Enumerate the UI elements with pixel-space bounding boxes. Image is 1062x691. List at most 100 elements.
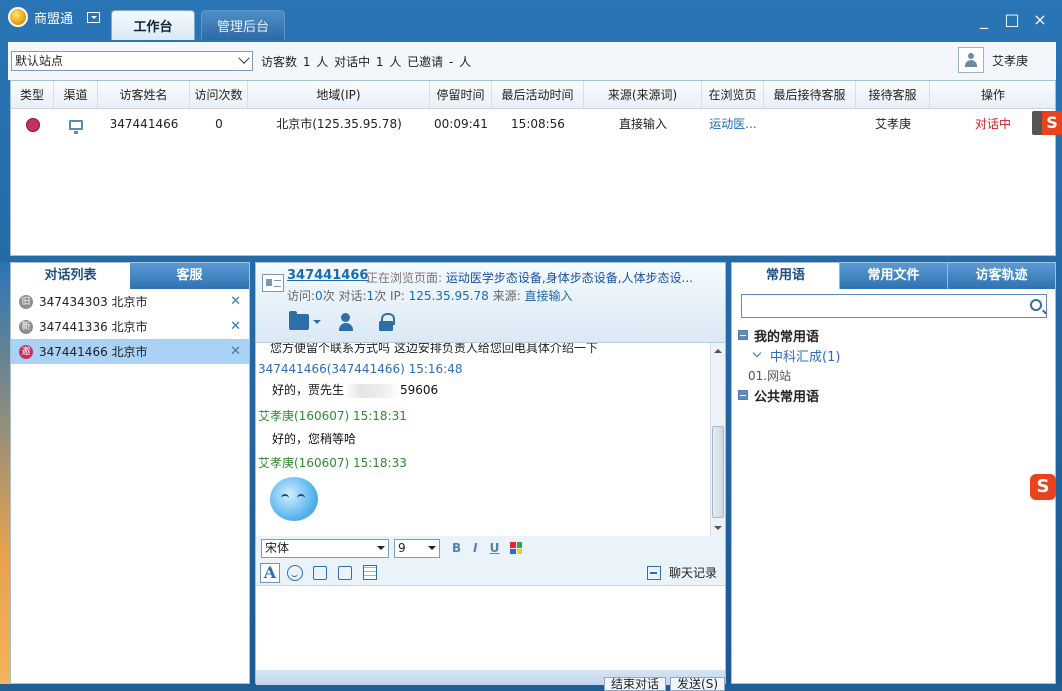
close-button[interactable]: × [1032, 12, 1048, 28]
message-header: 艾孝庚(160607) 15:18:31 [258, 409, 407, 423]
tab-common-files[interactable]: 常用文件 [839, 263, 947, 289]
font-select[interactable]: 宋体 [261, 538, 389, 558]
tab-common-phrases[interactable]: 常用语 [732, 263, 839, 289]
col-channel[interactable]: 渠道 [54, 81, 98, 109]
collapse-icon[interactable] [738, 390, 748, 400]
chevron-down-icon[interactable] [752, 348, 762, 358]
conversation-city: 北京市 [111, 345, 148, 359]
type-cell [11, 110, 54, 138]
tab-visitor-trail[interactable]: 访客轨迹 [947, 263, 1055, 289]
app-title: 商盟通 [34, 11, 74, 27]
chat-suffix: 次 IP: [374, 289, 405, 303]
col-stay-time[interactable]: 停留时间 [430, 81, 492, 109]
tree-node-my-phrases[interactable]: 我的常用语 [738, 325, 840, 345]
agent-cell: 艾孝庚 [874, 117, 911, 131]
col-region[interactable]: 地域(IP) [248, 81, 430, 109]
tab-workbench[interactable]: 工作台 [111, 10, 195, 40]
send-file-button[interactable] [335, 563, 355, 583]
message-input[interactable] [256, 586, 725, 670]
visitor-source: 直接输入 [524, 289, 573, 303]
chat-visitor-name[interactable]: 347441466 [287, 268, 368, 283]
phrase-tree: 我的常用语 中科汇成(1) 01.网站 公共常用语 [738, 325, 840, 405]
tab-conversation-list[interactable]: 对话列表 [11, 263, 130, 289]
col-visitor-name[interactable]: 访客姓名 [98, 81, 190, 109]
list-item[interactable]: 新 347441336 北京市 ✕ [11, 314, 249, 339]
close-icon[interactable]: ✕ [230, 344, 241, 359]
calculator-button[interactable] [360, 563, 380, 583]
phrases-panel: 常用语 常用文件 访客轨迹 我的常用语 中科汇成(1) 01.网站 公共常用语 [731, 262, 1056, 684]
folder-icon[interactable] [289, 311, 309, 330]
col-type[interactable]: 类型 [11, 81, 54, 109]
scroll-up-icon[interactable] [714, 345, 722, 353]
user-box[interactable]: 艾孝庚 [957, 47, 1028, 73]
scroll-thumb[interactable] [712, 426, 724, 518]
stay-time-cell: 00:09:41 [434, 117, 488, 131]
message-scrollbar[interactable] [710, 343, 725, 536]
screenshot-button[interactable] [310, 563, 330, 583]
emoticon-button[interactable] [285, 563, 305, 583]
col-page[interactable]: 在浏览页 [702, 81, 764, 109]
old-visitor-icon: 旧 [19, 294, 33, 309]
list-item[interactable]: 旧 347434303 北京市 ✕ [11, 289, 249, 314]
format-bar: 宋体 9 B I U [256, 536, 725, 560]
visitor-ip: 125.35.95.78 [408, 289, 489, 303]
page-link[interactable]: 运动医... [702, 110, 764, 138]
table-row[interactable]: 347441466 0 北京市(125.35.95.78) 00:09:41 1… [11, 110, 1055, 138]
collapse-icon[interactable] [738, 330, 748, 340]
underline-button[interactable]: U [490, 541, 500, 555]
list-item[interactable]: 邀 347441466 北京市 ✕ [11, 339, 249, 364]
font-value: 宋体 [265, 540, 290, 555]
phrase-search-input[interactable] [741, 294, 1047, 318]
message-text: 好的，您稍等哈 [272, 432, 357, 446]
col-visit-count[interactable]: 访问次数 [190, 81, 248, 109]
col-agent[interactable]: 接待客服 [856, 81, 930, 109]
sogou-icon[interactable]: S [1030, 474, 1056, 500]
app-logo-icon [8, 7, 28, 27]
tree-leaf-phrase[interactable]: 01.网站 [738, 365, 840, 385]
font-size-select[interactable]: 9 [394, 538, 440, 558]
tree-node-label: 中科汇成(1) [770, 349, 841, 365]
site-select[interactable]: 默认站点 [11, 51, 253, 71]
italic-button[interactable]: I [473, 541, 477, 555]
end-chat-button[interactable]: 结束对话 [604, 677, 667, 691]
color-picker-icon[interactable] [510, 542, 523, 554]
send-button[interactable]: 发送(S) [670, 677, 725, 691]
visitor-table: 类型 渠道 访客姓名 访问次数 地域(IP) 停留时间 最后活动时间 来源(来源… [10, 80, 1056, 256]
minimize-button[interactable]: _ [976, 12, 992, 28]
chevron-down-icon [428, 545, 436, 554]
bold-button[interactable]: B [452, 541, 461, 555]
message-list: 您方便留个联系方式吗 这边安排负责人给您回电具体介绍一下 347441466(3… [256, 343, 710, 536]
lock-icon[interactable] [379, 313, 395, 331]
message-item: 艾孝庚(160607) 15:18:31 好的，您稍等哈 [258, 407, 407, 447]
calculator-icon [363, 565, 377, 580]
screenshot-icon [313, 565, 327, 580]
chevron-down-icon[interactable] [313, 320, 321, 328]
tree-node-group[interactable]: 中科汇成(1) [738, 345, 840, 365]
avatar[interactable] [957, 47, 984, 73]
conversation-id: 347441466 [39, 344, 108, 359]
close-icon[interactable]: ✕ [230, 319, 241, 334]
app-menu-icon[interactable] [87, 11, 101, 23]
chevron-down-icon [238, 52, 250, 64]
scroll-down-icon[interactable] [714, 526, 722, 534]
conversation-city: 北京市 [111, 295, 148, 309]
browsing-page-link[interactable]: 运动医学步态设备,身体步态设备,人体步态设... [446, 271, 693, 285]
tab-agents[interactable]: 客服 [130, 263, 249, 289]
font-size-value: 9 [398, 540, 406, 555]
font-style-icon[interactable]: A [260, 562, 280, 583]
chat-history-button[interactable]: 聊天记录 [646, 564, 717, 581]
col-last-agent[interactable]: 最后接待客服 [764, 81, 856, 109]
tab-admin[interactable]: 管理后台 [201, 10, 285, 40]
maximize-button[interactable]: □ [1004, 12, 1020, 28]
close-icon[interactable]: ✕ [230, 294, 241, 309]
invited-visitor-icon: 邀 [19, 344, 33, 359]
tree-node-public-phrases[interactable]: 公共常用语 [738, 385, 840, 405]
transfer-user-icon[interactable] [339, 313, 361, 331]
app-logo[interactable]: 商盟通 [8, 6, 101, 28]
search-icon[interactable] [1030, 299, 1042, 311]
col-source[interactable]: 来源(来源词) [584, 81, 702, 109]
ime-toolbar[interactable]: S [1032, 111, 1062, 135]
col-action[interactable]: 操作 [930, 81, 1056, 109]
chat-panel: 347441466 正在浏览页面: 运动医学步态设备,身体步态设备,人体步态设.… [255, 262, 726, 691]
col-last-active[interactable]: 最后活动时间 [492, 81, 584, 109]
